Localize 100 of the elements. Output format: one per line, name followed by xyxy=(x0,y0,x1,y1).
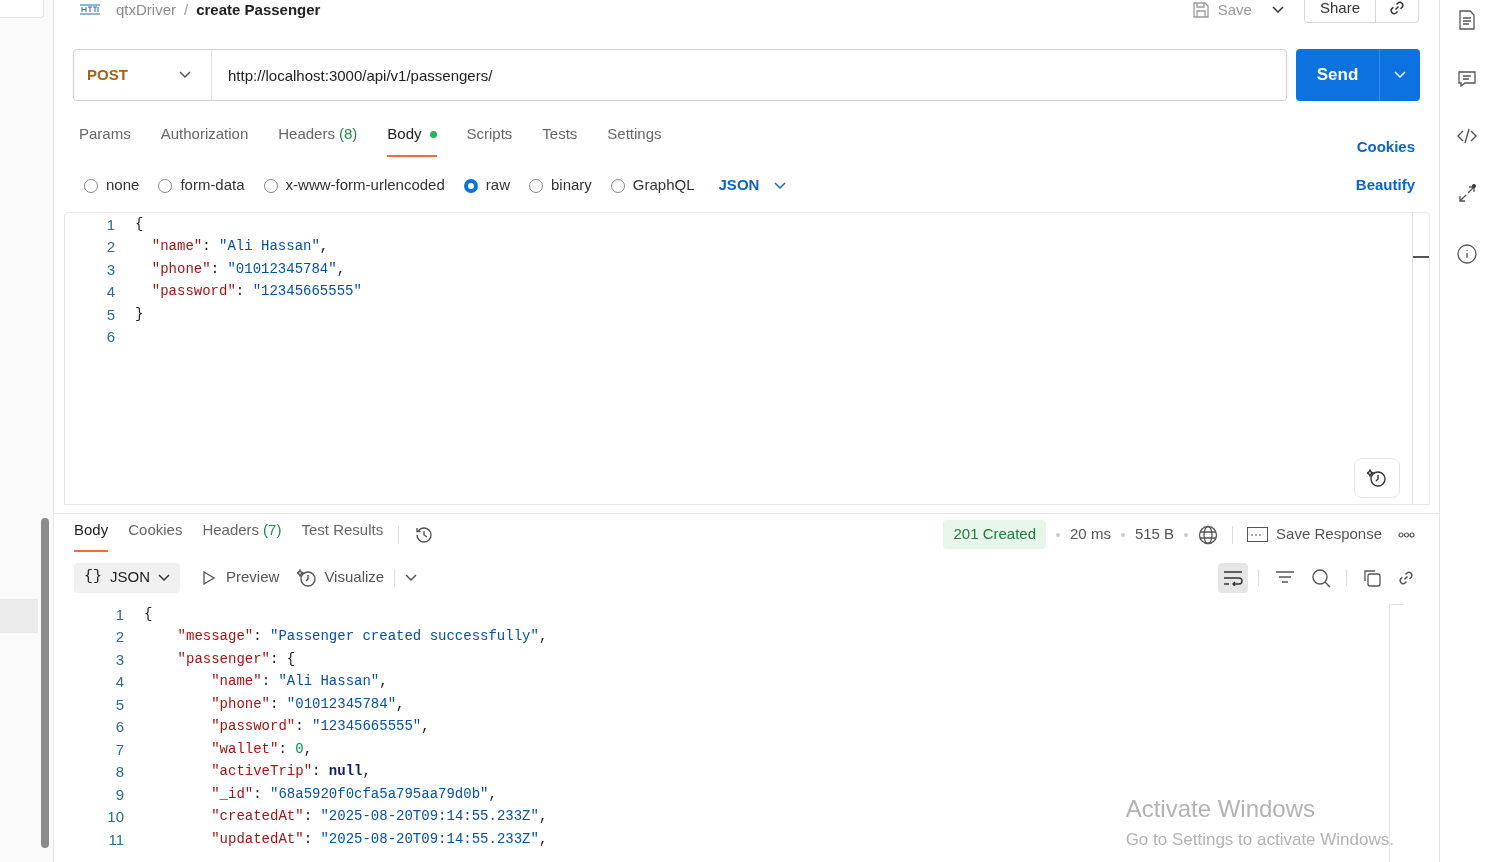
radio-option[interactable]: raw xyxy=(463,174,510,197)
activation-notice-title: Activate Windows xyxy=(1125,793,1317,824)
line-number: 5 xyxy=(106,305,115,323)
preview-button[interactable]: Preview xyxy=(202,566,280,589)
request-title: create Passenger xyxy=(196,0,321,20)
sparkle-clock-icon xyxy=(297,567,318,588)
code-line: "phone": "01012345784", xyxy=(210,694,405,714)
code-line: "name": "Ali Hassan", xyxy=(150,237,329,257)
radio-button[interactable] xyxy=(158,178,173,193)
code-line: "password": "12345665555" xyxy=(150,282,362,302)
ai-assist-button[interactable] xyxy=(1354,457,1400,498)
activation-notice-text: Go to Settings to activate Windows. xyxy=(1125,828,1394,851)
tab[interactable]: Cookies xyxy=(128,517,183,552)
radio-button[interactable] xyxy=(84,178,98,193)
wrap-lines-button[interactable] xyxy=(1218,562,1248,593)
caret-icon xyxy=(179,71,191,79)
scrollbar[interactable] xyxy=(41,518,49,848)
line-number: 4 xyxy=(106,283,115,301)
breadcrumb-link[interactable]: qtxDriver xyxy=(116,0,176,22)
tab[interactable]: Body xyxy=(74,517,109,552)
request-body-editor[interactable]: 1 { 2 "name": "Ali Hassan", 3 "phone": "01012345784", 4 "password": "12345665555" 5 } 6 xyxy=(64,211,1430,505)
caret-icon xyxy=(774,181,787,190)
code-line: "password": "12345665555", xyxy=(210,717,430,736)
line-number: 11 xyxy=(108,830,124,848)
tab[interactable]: Authorization xyxy=(160,123,249,157)
code-line: "_id": "68a5920f0cfa5a795aa79d0b", xyxy=(210,784,497,804)
line-number: 7 xyxy=(115,740,124,758)
tab[interactable]: Tests xyxy=(542,123,578,157)
tab[interactable]: Scripts xyxy=(466,123,513,157)
link-icon[interactable] xyxy=(1388,0,1406,17)
save-icon xyxy=(1191,1,1210,19)
line-number: 6 xyxy=(106,328,115,346)
response-time[interactable]: 20 ms xyxy=(1070,523,1111,546)
cookies-link[interactable]: Cookies xyxy=(1356,136,1415,159)
radio-option[interactable]: GraphQL xyxy=(610,174,695,197)
tab[interactable]: Body xyxy=(387,123,437,157)
code-line: "passenger": { xyxy=(176,649,296,669)
copy-icon[interactable] xyxy=(1362,568,1381,587)
visualize-button[interactable]: Visualize xyxy=(297,566,385,589)
play-icon xyxy=(202,570,217,585)
code-line: "phone": "01012345784", xyxy=(150,259,346,279)
history-icon[interactable] xyxy=(414,524,435,545)
line-number: 2 xyxy=(115,628,124,645)
code-line: "name": "Ali Hassan", xyxy=(210,672,388,691)
response-size[interactable]: 515 B xyxy=(1134,523,1175,546)
wrap-icon xyxy=(1223,569,1243,586)
line-number: 3 xyxy=(106,260,115,278)
radio-option[interactable]: none xyxy=(84,174,140,197)
code-line: { xyxy=(135,214,144,234)
line-number: 2 xyxy=(106,238,115,256)
radio-button[interactable] xyxy=(463,178,478,193)
radio-button[interactable] xyxy=(528,178,543,193)
globe-icon[interactable] xyxy=(1198,524,1219,545)
tab[interactable]: Test Results xyxy=(301,517,384,552)
method-dropdown[interactable]: POST xyxy=(74,50,212,100)
search-icon[interactable] xyxy=(1311,567,1331,588)
radio-option[interactable]: binary xyxy=(528,174,592,197)
beautify-link[interactable]: Beautify xyxy=(1355,174,1415,197)
line-number: 3 xyxy=(115,650,124,668)
example-icon xyxy=(1247,527,1269,542)
filter-icon[interactable] xyxy=(1275,569,1295,586)
line-number: 10 xyxy=(107,808,124,825)
tab[interactable]: Headers (7) xyxy=(202,517,282,552)
save-response-button[interactable]: Save Response xyxy=(1247,523,1382,546)
radio-button[interactable] xyxy=(610,178,625,193)
code-line: "message": "Passenger created successfully", xyxy=(176,627,548,646)
tab[interactable]: Headers (8) xyxy=(278,123,358,157)
radio-option[interactable]: form-data xyxy=(158,174,245,197)
code-line: } xyxy=(135,304,144,324)
expand-arrows-icon[interactable] xyxy=(1457,184,1477,204)
line-number: 1 xyxy=(115,605,124,623)
code-line: "wallet": 0, xyxy=(210,739,313,759)
comment-icon[interactable] xyxy=(1457,70,1477,88)
tab[interactable]: Params xyxy=(79,123,131,157)
code-line: "updatedAt": "2025-08-20T09:14:55.233Z", xyxy=(210,829,548,849)
line-number: 8 xyxy=(115,763,124,780)
code-icon[interactable] xyxy=(1456,128,1478,144)
info-icon[interactable] xyxy=(1457,244,1477,264)
radio-button[interactable] xyxy=(263,178,278,193)
http-icon xyxy=(78,2,102,18)
line-number: 9 xyxy=(115,785,124,803)
scrollbar-marker xyxy=(1413,255,1429,258)
more-icon[interactable] xyxy=(1398,531,1415,538)
status-badge: 201 Created xyxy=(943,520,1047,549)
code-line: "createdAt": "2025-08-20T09:14:55.233Z", xyxy=(210,807,548,826)
response-format-dropdown[interactable]: {} JSON xyxy=(74,562,181,593)
url-bar[interactable]: POST http://localhost:3000/api/v1/passengers/ xyxy=(73,49,1287,101)
radio-option[interactable]: x-www-form-urlencoded xyxy=(263,174,445,197)
breadcrumb-separator: / xyxy=(184,0,189,20)
caret-icon[interactable] xyxy=(405,573,418,582)
line-number: 1 xyxy=(106,215,115,233)
document-icon[interactable] xyxy=(1458,10,1476,30)
code-line: "activeTrip": null, xyxy=(210,762,371,781)
tab[interactable]: Settings xyxy=(607,123,662,157)
format-dropdown[interactable]: JSON xyxy=(718,174,787,197)
caret-icon[interactable] xyxy=(1271,6,1284,14)
line-number: 6 xyxy=(115,718,124,735)
caret-icon xyxy=(158,573,171,582)
url-field[interactable]: http://localhost:3000/api/v1/passengers/ xyxy=(212,50,1286,100)
line-number: 4 xyxy=(115,673,124,690)
